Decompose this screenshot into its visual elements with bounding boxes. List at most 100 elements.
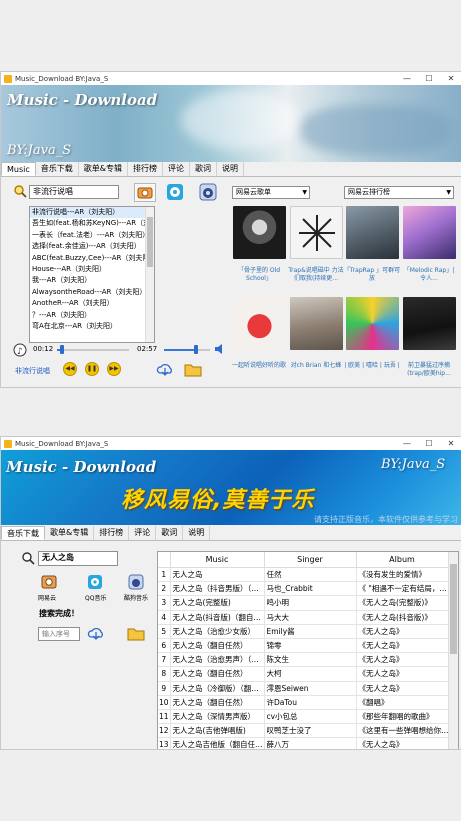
tab-playlist[interactable]: 歌单&专辑 <box>45 526 95 540</box>
playlist-caption[interactable]: | 欧美 | 嘻哈 | 玩吾 | <box>343 362 401 370</box>
close-icon[interactable]: ✕ <box>440 437 461 450</box>
list-item[interactable]: 非流行说唱---AR（刘夫阳） <box>30 207 154 219</box>
close-icon[interactable]: ✕ <box>440 72 461 85</box>
playlist-caption[interactable]: 「骨子里的 Old School」 <box>230 267 288 283</box>
now-playing-label[interactable]: 非流行说唱 <box>15 366 50 376</box>
playlist-caption[interactable]: Trap&说唱磁中 力法们取我(持续更... <box>287 267 345 283</box>
netease-radio-icon[interactable] <box>41 574 57 590</box>
maximize-icon[interactable]: ☐ <box>418 437 440 450</box>
download-cloud-icon[interactable] <box>87 626 105 641</box>
table-row[interactable]: 5 无人之岛（治愈少女版） Emily酱 《无人之岛》 <box>158 624 449 639</box>
tab-comments[interactable]: 评论 <box>129 526 157 540</box>
tab-lyrics[interactable]: 歌词 <box>190 162 218 176</box>
table-row[interactable]: 8 无人之岛（翻自任然） 大柯 《无人之岛》 <box>158 666 449 682</box>
tab-ranking[interactable]: 排行榜 <box>94 526 130 540</box>
source-label-kugou[interactable]: 酷狗音乐 <box>124 593 148 602</box>
playlist-cover[interactable] <box>233 206 286 259</box>
minimize-icon[interactable]: — <box>396 437 418 450</box>
list-scrollbar[interactable] <box>145 207 154 342</box>
playlist-cover[interactable] <box>290 206 343 259</box>
tab-download[interactable]: 音乐下载 <box>36 162 79 176</box>
tab-download[interactable]: 音乐下载 <box>1 526 45 540</box>
search-input[interactable]: 无人之岛 <box>38 551 118 566</box>
playlist-caption[interactable]: 「Melodic Rap」| 令人... <box>400 267 458 283</box>
row-music: 无人之岛（冷御版）（翻… <box>170 681 265 696</box>
table-row[interactable]: 10 无人之岛（翻自任然） 许DaTou 《翻唱》 <box>158 695 449 710</box>
list-item[interactable]: 一表长（feat.法老）---AR（刘夫阳） <box>30 230 154 241</box>
column-header-music[interactable]: Music <box>170 552 265 568</box>
list-item[interactable]: ？---AR（刘夫阳） <box>30 310 154 321</box>
playlist-caption[interactable]: 对ch Brian 和七蜂 <box>287 362 345 370</box>
tab-ranking[interactable]: 排行榜 <box>128 162 164 176</box>
table-row[interactable]: 7 无人之岛（治愈男声）（… 陈文生 《无人之岛》 <box>158 652 449 668</box>
results-table[interactable]: Music Singer Album 1 无人之岛 任然 《没有发生的爱情》 2 无人之岛… <box>157 551 459 749</box>
kugou-radio-icon[interactable] <box>128 574 144 590</box>
source-label-netease[interactable]: 网易云 <box>38 593 56 602</box>
tab-comments[interactable]: 评论 <box>163 162 191 176</box>
table-row[interactable]: 4 无人之岛(抖音版)（翻自… 马大大 《无人之岛(抖音版)》 <box>158 610 449 625</box>
tab-about[interactable]: 说明 <box>217 162 245 176</box>
playlist-source-select[interactable]: 网易云歌单 ▼ <box>232 186 310 199</box>
list-item[interactable]: 吾生如(feat.杨和苏KeyNG)---AR（刘 <box>30 218 154 229</box>
playlist-caption[interactable]: 「TrapRap 」可群可放 <box>343 267 401 283</box>
list-item[interactable]: 选择(feat.余佳运)---AR（刘夫阳） <box>30 241 154 252</box>
table-row[interactable]: 11 无人之岛（深情男声版） cv小包总 《那些年翻唱的歌曲》 <box>158 709 449 725</box>
playlist-cover[interactable] <box>290 297 343 350</box>
song-list[interactable]: 非流行说唱---AR（刘夫阳） 吾生如(feat.杨和苏KeyNG)---AR（… <box>29 206 155 343</box>
radio-button[interactable] <box>134 183 156 202</box>
table-row[interactable]: 6 无人之岛（翻自任然） 锦零 《无人之岛》 <box>158 638 449 654</box>
index-input[interactable]: 输入序号 <box>38 627 80 641</box>
progress-thumb[interactable] <box>60 345 65 354</box>
pause-button[interactable]: ❚❚ <box>85 362 99 376</box>
table-row[interactable]: 12 无人之岛(吉他弹唱版) 叹鸭芝士没了 《这里有一些弹唱想给你… <box>158 723 449 739</box>
search-icon[interactable] <box>21 551 35 565</box>
tab-about[interactable]: 说明 <box>183 526 211 540</box>
list-item[interactable]: House---AR（刘夫阳） <box>30 264 154 275</box>
tab-music[interactable]: Music <box>1 162 36 176</box>
column-header-album[interactable]: Album <box>356 552 449 568</box>
row-album: 《无人之岛》 <box>356 638 449 654</box>
list-item[interactable]: AnotheR---AR（刘夫阳） <box>30 298 154 309</box>
row-index: 2 <box>158 581 171 597</box>
playlist-cover[interactable] <box>346 206 399 259</box>
column-header-singer[interactable]: Singer <box>264 552 357 568</box>
list-item[interactable]: 弯A在北京---AR（刘夫阳） <box>30 321 154 332</box>
progress-slider[interactable] <box>57 349 129 351</box>
list-item[interactable]: AlwaysontheRoad---AR（刘夫阳） <box>30 287 154 298</box>
table-row[interactable]: 13 无人之岛吉他版（翻自任… 薛八万 《无人之岛》 <box>158 737 449 749</box>
playlist-cover[interactable] <box>346 297 399 350</box>
ranking-source-select[interactable]: 网易云排行榜 ▼ <box>344 186 454 199</box>
playlist-cover[interactable] <box>403 206 456 259</box>
music-note-icon[interactable]: ♪ <box>13 343 27 357</box>
previous-button[interactable]: ◀◀ <box>63 362 77 376</box>
playlist-caption[interactable]: 前卫暴猛过序摘(trap/欧美hip... <box>400 362 458 378</box>
folder-icon[interactable] <box>127 626 145 641</box>
playlist-cover[interactable] <box>403 297 456 350</box>
list-item[interactable]: ABC(feat.Buzzy,Cee)---AR（刘夫阳 <box>30 253 154 264</box>
window-title: Music_Download BY:Java_S <box>15 74 109 83</box>
table-row[interactable]: 2 无人之岛（抖音男版）（… 马也_Crabbit 《 "相遇不一定有结局，… <box>158 581 449 597</box>
volume-icon[interactable] <box>214 343 226 355</box>
music-player-icon[interactable] <box>198 183 218 201</box>
folder-icon[interactable] <box>184 362 202 377</box>
search-input[interactable]: 非流行说唱 <box>29 185 119 199</box>
minimize-icon[interactable]: — <box>396 72 418 85</box>
playlist-cover[interactable] <box>233 297 286 350</box>
playlist-caption[interactable]: 一起听说唱好听的歌 <box>230 362 288 370</box>
table-row[interactable]: 1 无人之岛 任然 《没有发生的爱情》 <box>158 567 449 583</box>
download-cloud-icon[interactable] <box>156 362 174 377</box>
list-item[interactable]: 我---AR（刘夫阳） <box>30 275 154 286</box>
volume-thumb[interactable] <box>194 345 199 354</box>
table-row[interactable]: 9 无人之岛（冷御版）（翻… 澪恩Seiwen 《无人之岛》 <box>158 681 449 696</box>
table-scrollbar[interactable] <box>448 552 458 749</box>
tab-lyrics[interactable]: 歌词 <box>156 526 184 540</box>
table-row[interactable]: 3 无人之岛(完整版) 鸣小明 《无人之岛(完整版)》 <box>158 595 449 611</box>
cd-icon[interactable] <box>165 182 185 201</box>
maximize-icon[interactable]: ☐ <box>418 72 440 85</box>
source-label-qq[interactable]: QQ音乐 <box>85 593 106 602</box>
qq-music-radio-icon[interactable] <box>87 574 103 590</box>
search-icon[interactable] <box>13 184 27 198</box>
tab-playlist[interactable]: 歌单&专辑 <box>79 162 129 176</box>
row-music: 无人之岛(抖音版)（翻自… <box>170 610 265 625</box>
next-button[interactable]: ▶▶ <box>107 362 121 376</box>
